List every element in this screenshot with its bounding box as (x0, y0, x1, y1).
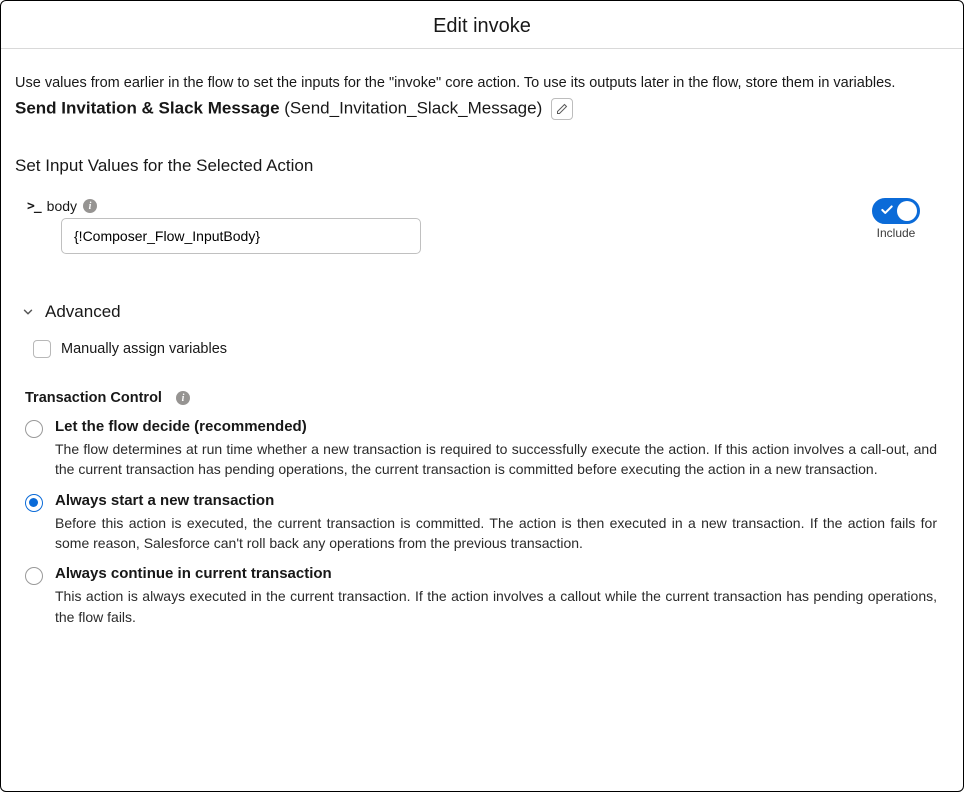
inputs-section-title: Set Input Values for the Selected Action (15, 156, 949, 176)
radio-button[interactable] (25, 494, 43, 512)
dialog-title: Edit invoke (1, 15, 963, 38)
radio-desc: Before this action is executed, the curr… (55, 513, 937, 554)
field-label-row: >_ body i (27, 198, 861, 214)
radio-desc: The flow determines at run time whether … (55, 439, 937, 480)
advanced-header[interactable]: Advanced (15, 302, 949, 322)
dialog-content: Use values from earlier in the flow to s… (1, 49, 963, 627)
transaction-control-heading: Transaction Control (25, 390, 162, 406)
radio-let-flow-decide: Let the flow decide (recommended) The fl… (25, 418, 949, 480)
dialog-frame: Edit invoke Use values from earlier in t… (0, 0, 964, 792)
manual-assign-checkbox[interactable] (33, 340, 51, 358)
radio-title: Always continue in current transaction (55, 565, 937, 582)
action-label: Send Invitation & Slack Message (15, 99, 280, 118)
radio-desc: This action is always executed in the cu… (55, 586, 937, 627)
intro-text: Use values from earlier in the flow to s… (15, 73, 949, 94)
radio-button[interactable] (25, 567, 43, 585)
advanced-heading-text: Advanced (45, 302, 121, 322)
body-input[interactable] (61, 218, 421, 254)
include-column: Include (861, 198, 931, 240)
action-api-name: (Send_Invitation_Slack_Message) (284, 99, 542, 118)
pencil-icon (556, 103, 568, 115)
info-icon[interactable]: i (176, 391, 190, 405)
manual-assign-label: Manually assign variables (61, 341, 227, 357)
info-icon[interactable]: i (83, 199, 97, 213)
transaction-control-radios: Let the flow decide (recommended) The fl… (25, 418, 949, 627)
radio-always-new-transaction: Always start a new transaction Before th… (25, 492, 949, 554)
formula-icon: >_ (27, 199, 41, 214)
include-toggle[interactable] (872, 198, 920, 224)
manual-assign-row: Manually assign variables (33, 340, 949, 358)
radio-continue-current-transaction: Always continue in current transaction T… (25, 565, 949, 627)
check-icon (880, 203, 894, 220)
action-name-row: Send Invitation & Slack Message (Send_In… (15, 98, 949, 120)
edit-label-button[interactable] (551, 98, 573, 120)
input-row-body: >_ body i Include (15, 198, 949, 254)
radio-title: Always start a new transaction (55, 492, 937, 509)
chevron-down-icon (21, 305, 35, 319)
radio-button[interactable] (25, 420, 43, 438)
transaction-control-heading-row: Transaction Control i (25, 390, 949, 406)
dialog-header: Edit invoke (1, 1, 963, 49)
field-label: body (47, 198, 77, 214)
radio-title: Let the flow decide (recommended) (55, 418, 937, 435)
include-label: Include (861, 226, 931, 240)
